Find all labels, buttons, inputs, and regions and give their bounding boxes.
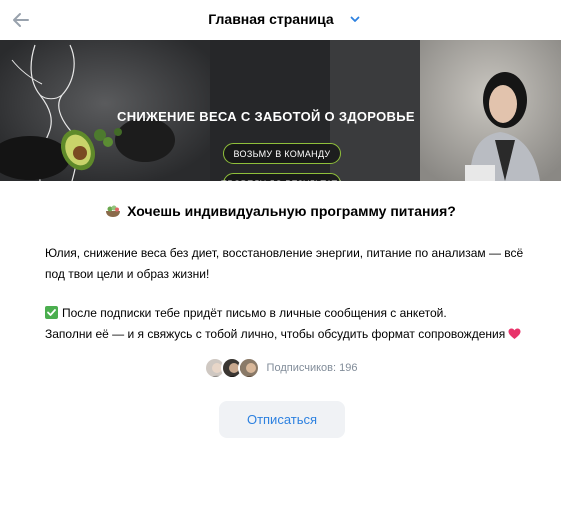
notice: После подписки тебе придёт письмо в личн… — [45, 303, 535, 345]
guide-to-result-button[interactable]: ПРОВЕДУ ДО РЕЗУЛЬТАТА — [221, 173, 343, 181]
unsubscribe-button[interactable]: Отписаться — [219, 401, 345, 438]
back-button[interactable] — [9, 8, 33, 32]
banner-headline: СНИЖЕНИЕ ВЕСА С ЗАБОТОЙ О ЗДОРОВЬЕ — [117, 109, 415, 124]
arrow-left-icon — [13, 13, 29, 27]
chevron-down-icon — [350, 16, 360, 22]
notice-text: Заполни её — и я свяжусь с тобой лично, … — [45, 327, 506, 341]
subscribers-row: Подписчиков: 196 — [0, 357, 561, 379]
page-title: Главная страница — [208, 11, 334, 27]
join-team-button[interactable]: ВОЗЬМУ В КОМАНДУ — [223, 143, 341, 164]
salad-bowl-icon — [106, 205, 121, 217]
description-line: под твои цели и образ жизни! — [45, 267, 210, 281]
avatar — [237, 357, 260, 379]
notice-line: После подписки тебе придёт письмо в личн… — [45, 303, 535, 324]
page-header: Главная страница — [0, 0, 561, 40]
page-title-dropdown[interactable]: Главная страница — [200, 11, 360, 27]
description: Юлия, снижение веса без диет, восстановл… — [45, 243, 525, 285]
subscriber-avatars — [203, 357, 260, 379]
notice-line: Заполни её — и я свяжусь с тобой лично, … — [45, 324, 535, 345]
subscribers-count: Подписчиков: 196 — [266, 362, 358, 374]
heart-icon — [508, 328, 521, 339]
notice-text: После подписки тебе придёт письмо в личн… — [62, 306, 447, 320]
prompt-text: Хочешь индивидуальную программу питания? — [127, 203, 456, 219]
cover-banner: СНИЖЕНИЕ ВЕСА С ЗАБОТОЙ О ЗДОРОВЬЕ ВОЗЬМ… — [0, 40, 561, 181]
subscription-prompt: Хочешь индивидуальную программу питания? — [0, 203, 561, 219]
description-line: Юлия, снижение веса без диет, восстановл… — [45, 246, 524, 260]
check-mark-icon — [45, 306, 58, 319]
